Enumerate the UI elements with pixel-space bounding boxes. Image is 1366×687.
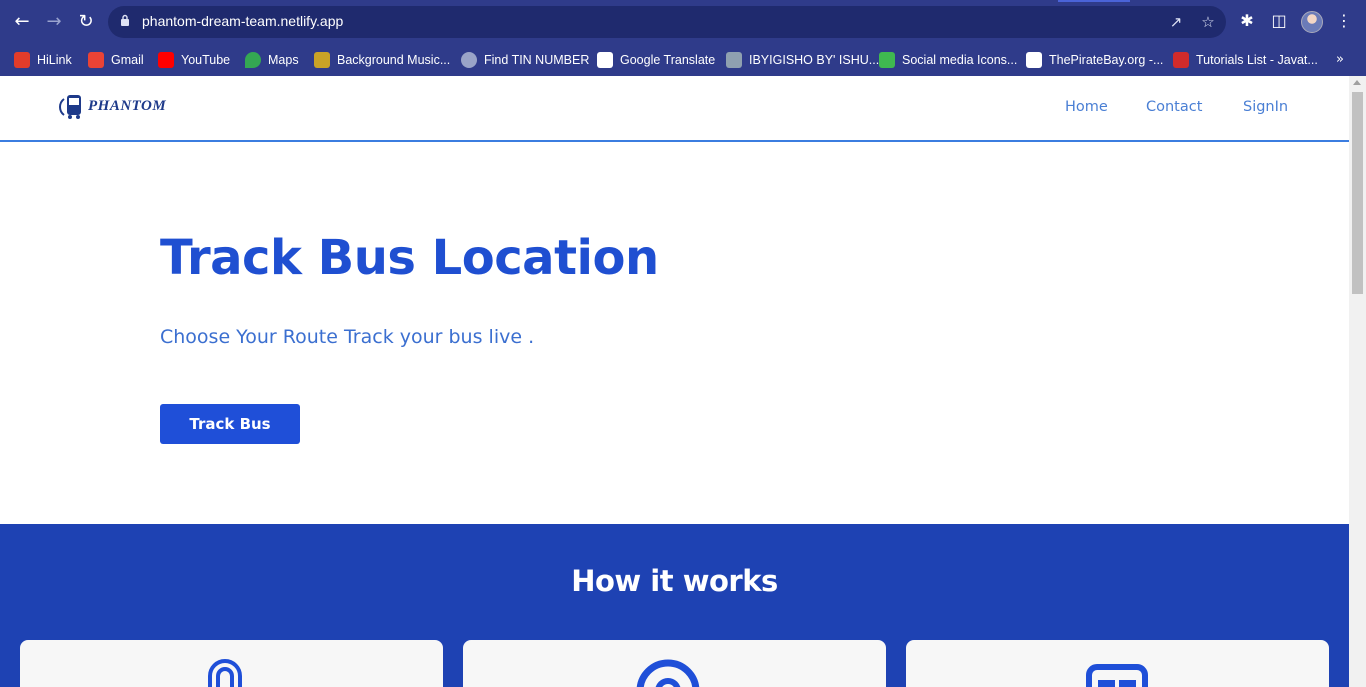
maps-icon xyxy=(245,52,261,68)
nav-home[interactable]: Home xyxy=(1065,99,1108,115)
bookmark-google-translate[interactable]: Google Translate xyxy=(597,50,715,70)
back-icon[interactable]: ← xyxy=(11,11,33,33)
bookmark-youtube[interactable]: YouTube xyxy=(158,50,230,70)
bookmark-hilink[interactable]: HiLink xyxy=(14,50,72,70)
bookmark-find-tin[interactable]: Find TIN NUMBER xyxy=(461,50,589,70)
hero-title: Track Bus Location xyxy=(160,230,659,286)
bookmark-piratebay[interactable]: ThePirateBay.org -... xyxy=(1026,50,1163,70)
nav-contact[interactable]: Contact xyxy=(1146,99,1202,115)
bookmark-maps[interactable]: Maps xyxy=(245,50,299,70)
nav-signin[interactable]: SignIn xyxy=(1243,99,1288,115)
menu-icon[interactable]: ⋮ xyxy=(1334,11,1354,31)
bookmark-gmail[interactable]: Gmail xyxy=(88,50,144,70)
reload-icon[interactable]: ↻ xyxy=(75,11,97,33)
bus-logo-icon xyxy=(59,95,81,119)
logo[interactable]: PHANTOM xyxy=(58,90,166,122)
how-it-works-section: How it works xyxy=(0,524,1349,687)
more-bookmarks-icon[interactable]: » xyxy=(1336,52,1344,67)
bookmarks-bar: HiLink Gmail YouTube Maps Background Mus… xyxy=(0,44,1366,76)
track-bus-button[interactable]: Track Bus xyxy=(160,404,300,444)
gmail-icon xyxy=(88,52,104,68)
lock-icon xyxy=(121,14,129,26)
page-viewport: PHANTOM Home Contact SignIn Track Bus Lo… xyxy=(0,76,1349,687)
browser-toolbar: ← → ↻ phantom-dream-team.netlify.app ↗ ☆… xyxy=(0,0,1366,44)
star-icon[interactable]: ☆ xyxy=(1199,13,1217,31)
location-pin-icon xyxy=(636,659,700,687)
bookmark-ibyigisho[interactable]: IBYIGISHO BY' ISHU... xyxy=(726,50,879,70)
scroll-up-icon[interactable] xyxy=(1353,80,1361,85)
scroll-thumb[interactable] xyxy=(1352,92,1363,294)
bookmark-tutorials-list[interactable]: Tutorials List - Javat... xyxy=(1173,50,1318,70)
brand-name: PHANTOM xyxy=(88,97,167,114)
page-scrollbar[interactable] xyxy=(1349,76,1366,687)
globe-icon xyxy=(461,52,477,68)
profile-avatar[interactable] xyxy=(1301,11,1323,33)
site-header: PHANTOM Home Contact SignIn xyxy=(0,76,1349,142)
vuetify-icon xyxy=(879,52,895,68)
youtube-icon xyxy=(158,52,174,68)
hero-subtitle: Choose Your Route Track your bus live . xyxy=(160,326,535,348)
step-card-3 xyxy=(906,640,1329,687)
javatpoint-icon xyxy=(1173,52,1189,68)
music-icon xyxy=(314,52,330,68)
step-card-1 xyxy=(20,640,443,687)
url-text: phantom-dream-team.netlify.app xyxy=(142,13,344,29)
extensions-icon[interactable]: ✱ xyxy=(1237,11,1257,31)
side-panel-icon[interactable]: ◫ xyxy=(1269,11,1289,31)
bookmark-social-media-icons[interactable]: Social media Icons... xyxy=(879,50,1017,70)
share-icon[interactable]: ↗ xyxy=(1167,13,1185,31)
section-title: How it works xyxy=(571,564,778,598)
hilink-icon xyxy=(14,52,30,68)
piratebay-icon xyxy=(1026,52,1042,68)
address-bar[interactable]: phantom-dream-team.netlify.app ↗ ☆ xyxy=(108,6,1226,38)
fingerprint-icon xyxy=(208,659,242,687)
step-card-2 xyxy=(463,640,886,687)
wikipedia-icon xyxy=(597,52,613,68)
percent-icon xyxy=(726,52,742,68)
forward-icon[interactable]: → xyxy=(43,11,65,33)
active-tab-indicator xyxy=(1058,0,1130,2)
bookmark-background-music[interactable]: Background Music... xyxy=(314,50,450,70)
bus-icon xyxy=(1086,664,1148,687)
